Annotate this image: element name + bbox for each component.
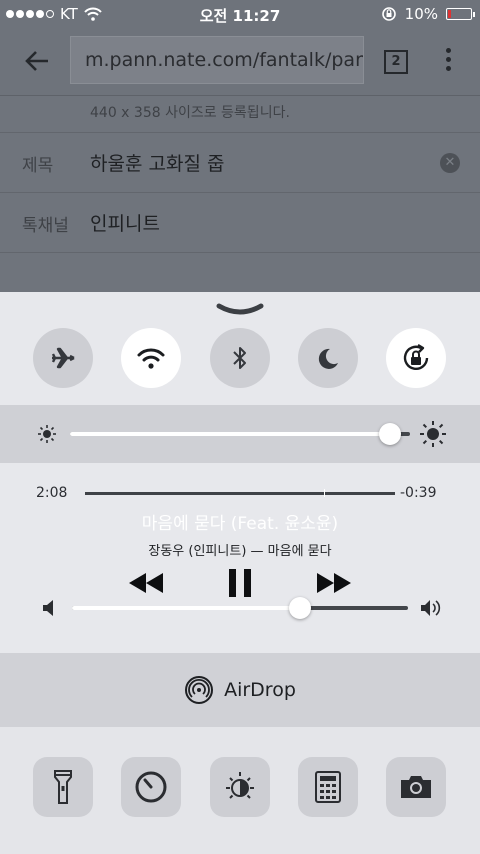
timer-icon <box>135 771 167 803</box>
night-shift-button[interactable] <box>210 757 270 817</box>
calculator-icon <box>315 771 341 803</box>
rotation-lock-toggle[interactable] <box>386 328 446 388</box>
clear-icon[interactable]: ✕ <box>440 153 460 173</box>
rewind-icon <box>129 573 163 593</box>
browser-toolbar: m.pann.nate.com/fantalk/pann 2 <box>0 28 480 96</box>
wifi-toggle[interactable] <box>121 328 181 388</box>
moon-icon <box>318 348 338 369</box>
volume-slider-knob[interactable] <box>289 597 312 619</box>
more-menu-icon[interactable] <box>446 48 452 76</box>
timer-button[interactable] <box>121 757 181 817</box>
page-content: 440 x 358 사이즈로 등록됩니다. 제목 하울훈 고화질 줍 ✕ 톡채널… <box>0 96 480 292</box>
battery-icon <box>446 8 475 20</box>
fast-forward-icon <box>317 573 351 593</box>
channel-value[interactable]: 인피니트 <box>90 209 160 236</box>
grabber-chevron-icon[interactable] <box>216 302 264 316</box>
airdrop-button[interactable]: AirDrop <box>0 653 480 727</box>
image-size-hint: 440 x 358 사이즈로 등록됩니다. <box>90 105 290 121</box>
channel-label: 톡채널 <box>22 216 69 236</box>
back-arrow-icon[interactable] <box>22 46 52 76</box>
airplane-mode-toggle[interactable] <box>33 328 93 388</box>
flashlight-button[interactable] <box>33 757 93 817</box>
toggle-row <box>0 328 480 404</box>
title-row: 제목 하울훈 고화질 줍 ✕ <box>0 132 480 192</box>
camera-button[interactable] <box>386 757 446 817</box>
volume-slider-fill <box>72 606 301 610</box>
bluetooth-icon <box>233 347 246 369</box>
url-field[interactable]: m.pann.nate.com/fantalk/pann <box>70 36 364 84</box>
airplane-icon <box>51 347 75 369</box>
rotation-lock-icon <box>403 343 429 370</box>
night-shift-icon <box>226 772 254 799</box>
orientation-lock-status-icon <box>381 7 396 21</box>
title-field[interactable]: 하울훈 고화질 줍 <box>90 149 224 176</box>
playback-progress-bar[interactable] <box>85 492 395 495</box>
pause-icon <box>229 569 251 597</box>
elapsed-time: 2:08 <box>36 485 68 501</box>
artist-album: 장동우 (인피니트) — 마음에 묻다 <box>148 544 332 559</box>
volume-low-icon <box>43 600 53 616</box>
brightness-low-icon <box>38 425 56 443</box>
control-center: 2:08 -0:39 마음에 묻다 (Feat. 윤소윤) 장동우 (인피니트)… <box>0 292 480 854</box>
brightness-slider-fill <box>70 432 390 436</box>
pause-button[interactable] <box>222 566 258 600</box>
tab-switcher-button[interactable]: 2 <box>384 50 408 74</box>
previous-track-button[interactable] <box>126 566 166 600</box>
brightness-high-icon <box>420 421 446 447</box>
flashlight-icon <box>54 770 72 804</box>
bluetooth-toggle[interactable] <box>210 328 270 388</box>
next-track-button[interactable] <box>314 566 354 600</box>
wifi-icon <box>137 348 165 369</box>
shortcut-row <box>0 727 480 854</box>
channel-row: 톡채널 인피니트 <box>0 192 480 252</box>
song-title: 마음에 묻다 (Feat. 윤소윤) <box>141 514 339 534</box>
status-bar: KT 오전 11:27 10% <box>0 0 480 28</box>
brightness-slider-knob[interactable] <box>378 423 401 445</box>
airdrop-label: AirDrop <box>224 679 296 701</box>
now-playing-panel: 2:08 -0:39 마음에 묻다 (Feat. 윤소윤) 장동우 (인피니트)… <box>0 463 480 653</box>
playback-position-marker[interactable] <box>323 489 325 497</box>
do-not-disturb-toggle[interactable] <box>298 328 358 388</box>
airdrop-icon <box>185 676 214 704</box>
battery-percent: 10% <box>404 5 438 23</box>
remaining-time: -0:39 <box>400 485 437 501</box>
brightness-bar <box>0 405 480 463</box>
camera-icon <box>401 776 431 798</box>
volume-high-icon <box>421 600 441 616</box>
title-label: 제목 <box>22 156 54 176</box>
calculator-button[interactable] <box>298 757 358 817</box>
